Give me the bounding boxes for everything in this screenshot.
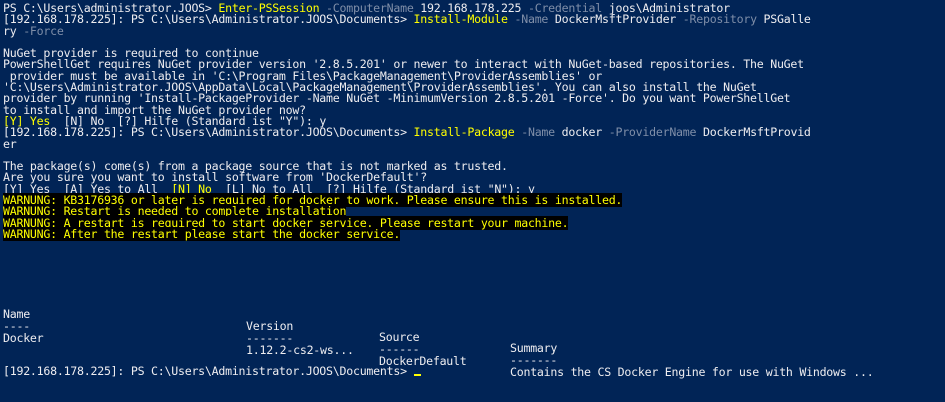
- command-name: Install-Package: [413, 125, 515, 140]
- text-cursor: [413, 374, 421, 376]
- prompt-text: [192.168.178.225]: PS C:\Users\Administr…: [3, 12, 414, 27]
- prompt-text: [192.168.178.225]: PS C:\Users\Administr…: [3, 125, 414, 140]
- argument-value: ry: [3, 23, 17, 38]
- powershell-console[interactable]: PS C:\Users\administrator.JOOS> Enter-PS…: [0, 0, 945, 402]
- prompt-text: [192.168.178.225]: PS C:\Users\Administr…: [3, 364, 414, 378]
- cell-name: Docker: [3, 331, 44, 346]
- console-line: ry -Force: [3, 23, 945, 38]
- warning-text: WARNUNG: After the restart please start …: [3, 226, 401, 241]
- parameter-name: -Repository: [676, 12, 757, 27]
- cell-version: 1.12.2-cs2-ws...: [246, 342, 354, 357]
- argument-value: DockerMsftProvid: [696, 125, 811, 140]
- table-header: Name Version Source Summary: [3, 298, 557, 354]
- console-line: er: [3, 136, 17, 151]
- console-line: [192.168.178.225]: PS C:\Users\Administr…: [3, 125, 945, 140]
- parameter-name: -Name: [514, 125, 555, 140]
- parameter-name: -ProviderName: [602, 125, 697, 140]
- argument-value: DockerMsftProvider: [548, 12, 677, 27]
- table-separator: ---- ------- ------ -------: [3, 310, 557, 366]
- argument-value: PSGalle: [756, 12, 811, 27]
- final-prompt-line[interactable]: [192.168.178.225]: PS C:\Users\Administr…: [3, 364, 421, 378]
- table-row: Docker 1.12.2-cs2-ws... DockerDefault Co…: [3, 322, 874, 378]
- cell-summary: Contains the CS Docker Engine for use wi…: [510, 365, 874, 380]
- parameter-name: -Name: [507, 12, 549, 27]
- parameter-name: -Force: [16, 23, 64, 38]
- argument-value: docker: [554, 125, 603, 140]
- console-line: [192.168.178.225]: PS C:\Users\Administr…: [3, 12, 945, 27]
- warning-line: WARNUNG: After the restart please start …: [3, 226, 945, 241]
- command-name: Install-Module: [413, 12, 508, 27]
